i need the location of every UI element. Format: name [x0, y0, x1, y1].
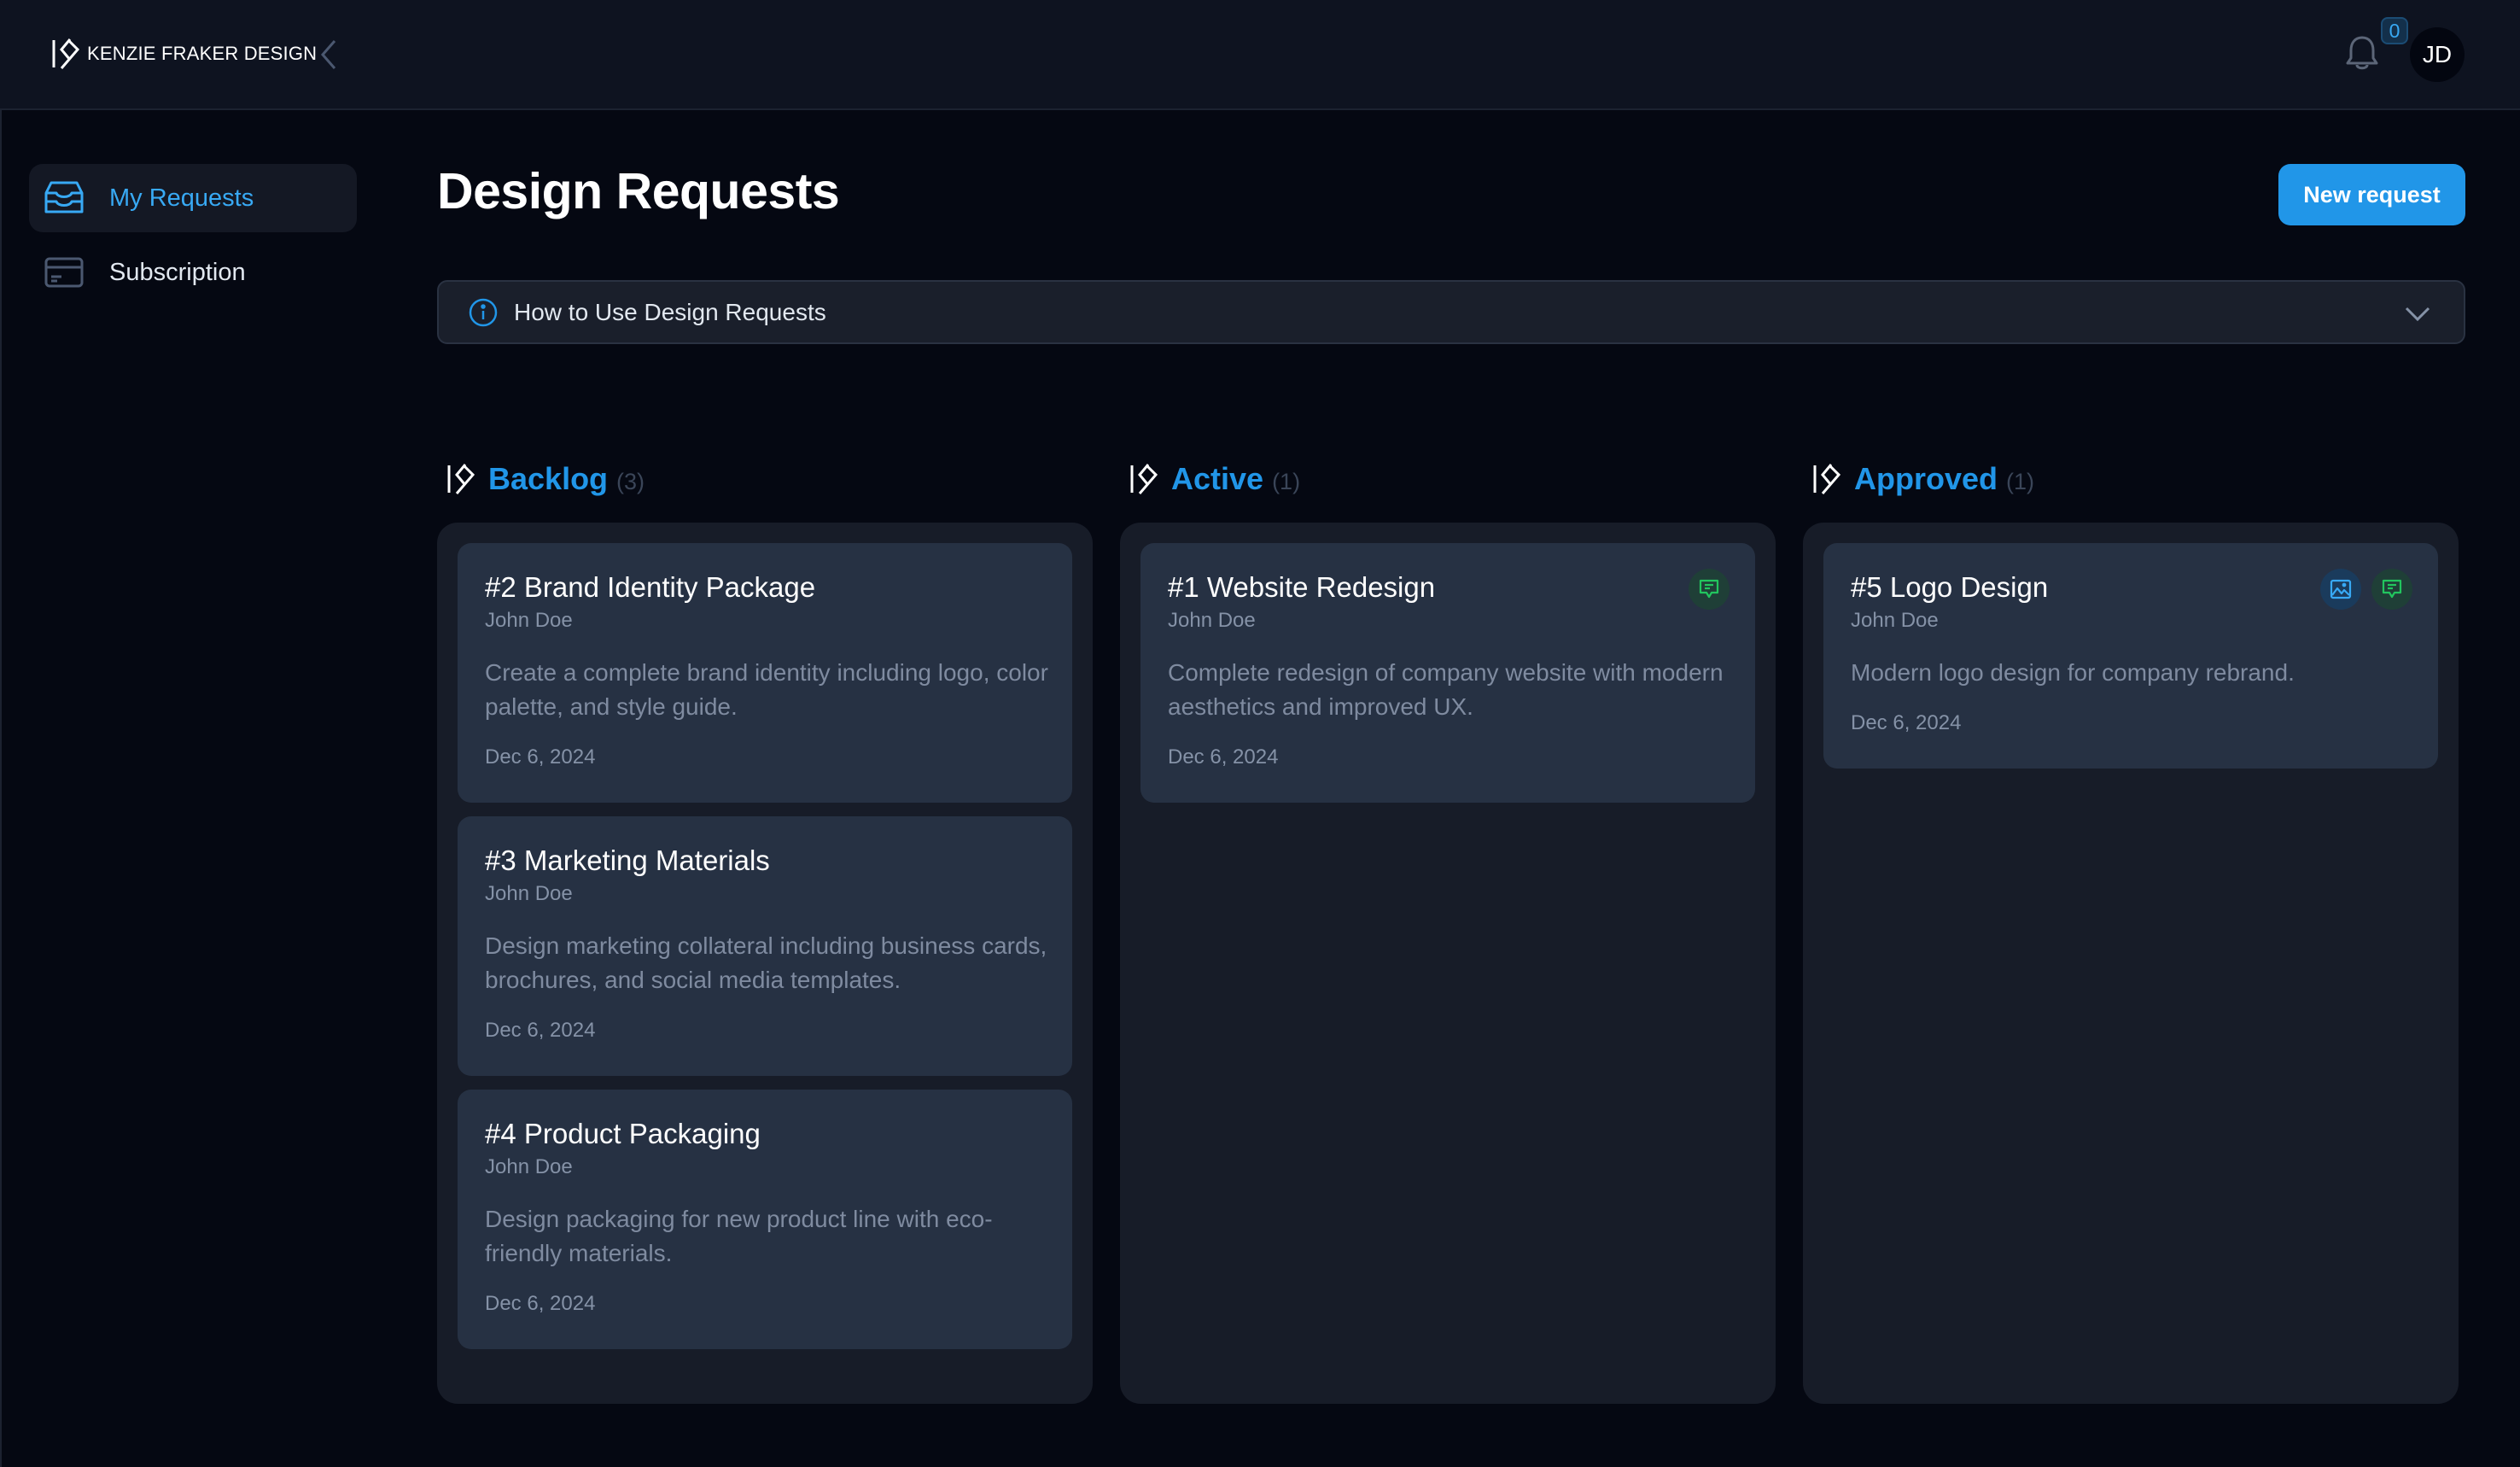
column-count: (3)	[616, 468, 645, 494]
sidebar-item-label: Subscription	[109, 258, 246, 286]
comments-badge[interactable]	[2371, 569, 2412, 610]
comment-icon	[1699, 579, 1719, 599]
page-title: Design Requests	[437, 163, 840, 219]
card-author: John Doe	[485, 1155, 573, 1178]
user-avatar[interactable]: JD	[2410, 27, 2465, 82]
card-title: #1 Website Redesign	[1168, 571, 1436, 603]
column-active: #1 Website Redesign John Doe Complete re…	[1120, 523, 1776, 1404]
request-card[interactable]: #2 Brand Identity Package John Doe Creat…	[458, 543, 1072, 803]
bell-icon	[2346, 36, 2378, 70]
kf-monogram-icon	[52, 38, 80, 69]
sidebar-item-subscription[interactable]: Subscription	[29, 238, 357, 307]
comment-icon	[2382, 579, 2402, 599]
info-icon	[469, 298, 498, 326]
column-title: Approved	[1854, 461, 1998, 496]
card-badges	[1689, 569, 1730, 610]
column-backlog: #2 Brand Identity Package John Doe Creat…	[437, 523, 1093, 1404]
images-badge[interactable]	[2320, 569, 2361, 610]
card-description: Create a complete brand identity includi…	[485, 659, 1048, 720]
column-title: Active	[1171, 461, 1264, 496]
column-count: (1)	[1272, 468, 1301, 494]
card-description: Design marketing collateral including bu…	[485, 932, 1047, 993]
card-date: Dec 6, 2024	[1168, 745, 1279, 769]
card-author: John Doe	[485, 882, 573, 905]
card-date: Dec 6, 2024	[485, 1019, 596, 1042]
collapse-sidebar-button[interactable]	[316, 38, 341, 72]
chevron-left-icon	[321, 40, 336, 69]
sidebar: My Requests Subscription	[0, 110, 376, 1467]
help-accordion-label: How to Use Design Requests	[514, 298, 826, 325]
card-description: Design packaging for new product line wi…	[485, 1206, 993, 1266]
request-card[interactable]: #1 Website Redesign John Doe Complete re…	[1140, 543, 1755, 803]
brand-logo[interactable]: KENZIE FRAKER DESIGN	[51, 38, 317, 70]
sidebar-item-my-requests[interactable]: My Requests	[29, 164, 357, 232]
card-date: Dec 6, 2024	[485, 1292, 596, 1315]
top-bar: KENZIE FRAKER DESIGN 0 JD	[0, 0, 2520, 110]
card-author: John Doe	[1851, 609, 1939, 632]
column-count: (1)	[2006, 468, 2035, 494]
card-author: John Doe	[485, 609, 573, 632]
card-date: Dec 6, 2024	[1851, 711, 1962, 734]
notifications-button[interactable]	[2344, 34, 2380, 73]
card-title: #3 Marketing Materials	[485, 845, 770, 876]
chevron-down-icon	[2405, 307, 2430, 322]
request-card[interactable]: #3 Marketing Materials John Doe Design m…	[458, 816, 1072, 1076]
column-header-approved: Approved (1)	[1811, 461, 2034, 497]
column-approved: #5 Logo Design John Doe Modern logo desi…	[1803, 523, 2459, 1404]
kf-monogram-icon	[447, 464, 475, 494]
card-author: John Doe	[1168, 609, 1256, 632]
card-description: Complete redesign of company website wit…	[1168, 659, 1724, 720]
card-badges	[2320, 569, 2412, 610]
new-request-button[interactable]: New request	[2278, 164, 2465, 225]
column-header-backlog: Backlog (3)	[446, 461, 645, 497]
card-title: #4 Product Packaging	[485, 1118, 761, 1149]
comments-badge[interactable]	[1689, 569, 1730, 610]
credit-card-icon	[44, 257, 84, 288]
request-card[interactable]: #4 Product Packaging John Doe Design pac…	[458, 1090, 1072, 1349]
card-date: Dec 6, 2024	[485, 745, 596, 769]
column-title: Backlog	[488, 461, 609, 496]
card-title: #2 Brand Identity Package	[485, 571, 816, 603]
image-icon	[2330, 579, 2352, 599]
help-accordion[interactable]: How to Use Design Requests	[437, 280, 2465, 344]
card-description: Modern logo design for company rebrand.	[1851, 659, 2295, 686]
notification-count-badge: 0	[2381, 17, 2408, 44]
request-card[interactable]: #5 Logo Design John Doe Modern logo desi…	[1823, 543, 2438, 769]
kf-monogram-icon	[1130, 464, 1158, 494]
inbox-icon	[44, 181, 84, 213]
brand-name: KENZIE FRAKER DESIGN	[87, 43, 318, 64]
sidebar-item-label: My Requests	[109, 184, 254, 212]
column-header-active: Active (1)	[1129, 461, 1300, 497]
kf-monogram-icon	[1813, 464, 1841, 494]
